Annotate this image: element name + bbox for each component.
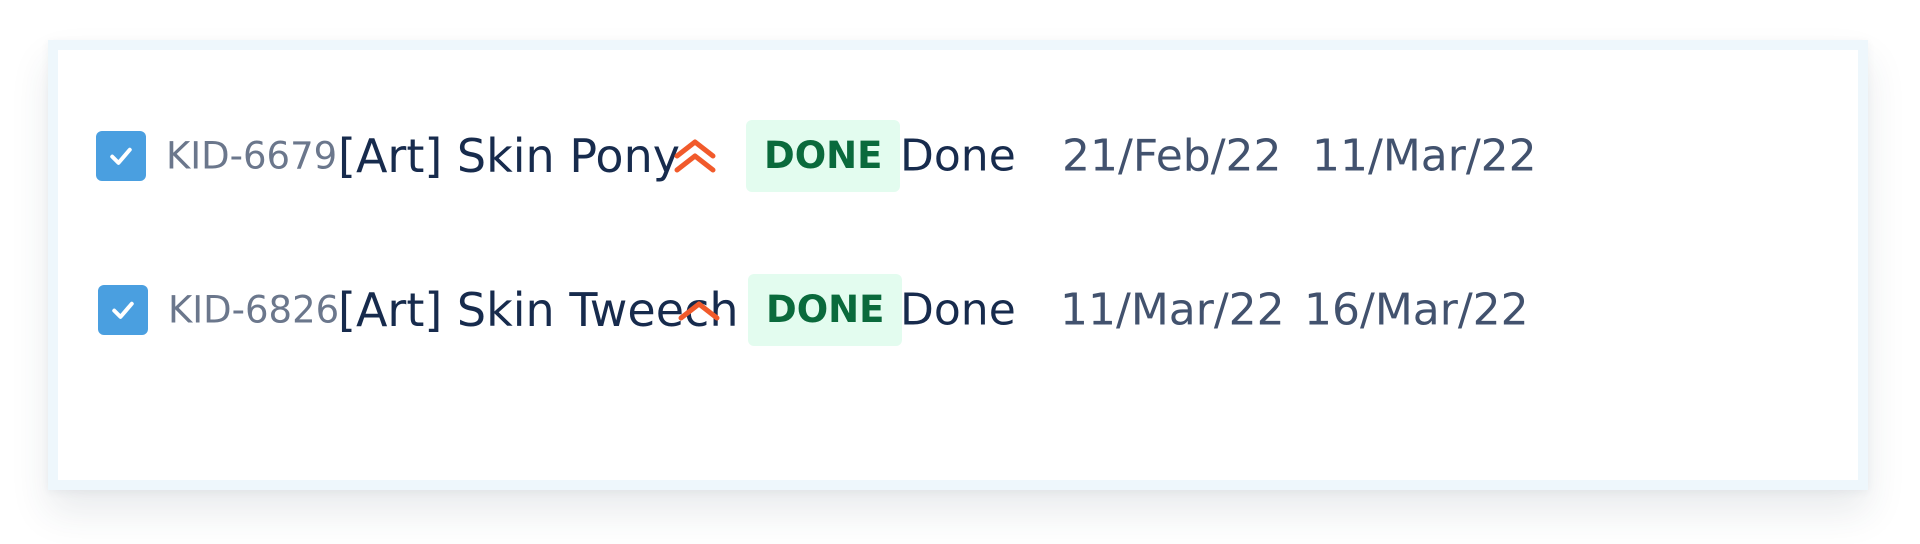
issue-list-card: KID-6679 [Art] Skin Pony DONE Done 21/Fe… <box>48 40 1868 490</box>
checkmark-icon <box>112 301 134 319</box>
row-checkbox[interactable] <box>98 285 148 335</box>
table-row[interactable]: KID-6826 [Art] Skin Tweech DONE Done 11/… <box>58 260 1858 360</box>
issue-key-link[interactable]: KID-6826 <box>168 289 339 332</box>
resolution-text: Done <box>900 284 1016 336</box>
priority-high-icon <box>674 285 724 335</box>
resolved-date: 11/Mar/22 <box>1312 130 1537 182</box>
checkmark-icon <box>110 147 132 165</box>
priority-highest-icon <box>670 131 720 181</box>
row-checkbox[interactable] <box>96 131 146 181</box>
issue-key-link[interactable]: KID-6679 <box>166 135 337 178</box>
status-badge[interactable]: DONE <box>748 274 903 346</box>
created-date: 11/Mar/22 <box>1060 284 1285 336</box>
issue-summary-link[interactable]: [Art] Skin Pony <box>338 129 680 183</box>
resolution-text: Done <box>900 130 1016 182</box>
resolved-date: 16/Mar/22 <box>1304 284 1529 336</box>
status-badge[interactable]: DONE <box>746 120 901 192</box>
table-row[interactable]: KID-6679 [Art] Skin Pony DONE Done 21/Fe… <box>58 106 1858 206</box>
created-date: 21/Feb/22 <box>1062 130 1282 182</box>
